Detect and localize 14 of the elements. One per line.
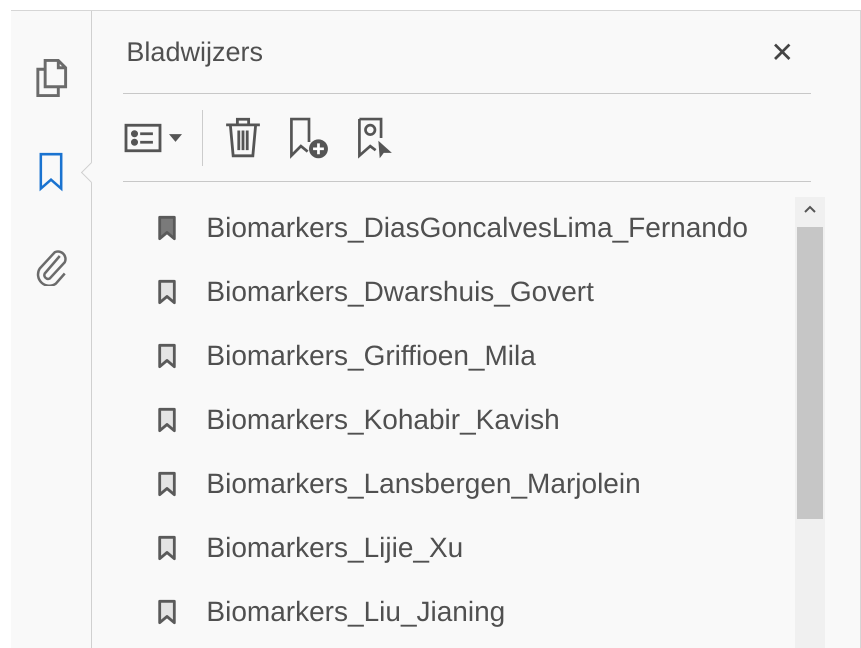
caret-icon bbox=[169, 134, 182, 142]
bookmark-item[interactable]: Biomarkers_Dwarshuis_Govert bbox=[158, 260, 796, 324]
bookmark-item[interactable]: Biomarkers_DiasGoncalvesLima_Fernando bbox=[158, 196, 796, 260]
bookmark-item[interactable]: Biomarkers_Griffioen_Mila bbox=[158, 324, 796, 388]
scroll-up-icon bbox=[804, 205, 816, 213]
panel-title: Bladwijzers bbox=[125, 36, 263, 68]
bookmark-item[interactable]: Biomarkers_Lijie_Xu bbox=[158, 516, 796, 580]
bookmark-item[interactable]: Biomarkers_Liu_Jianing bbox=[158, 580, 796, 644]
scrollbar[interactable] bbox=[795, 197, 826, 648]
bookmark-item[interactable]: Biomarkers_Kohabir_Kavish bbox=[158, 388, 796, 452]
close-button[interactable]: ✕ bbox=[770, 36, 812, 68]
bookmark-item[interactable]: Biomarkers_Lansbergen_Marjolein bbox=[158, 452, 796, 516]
bookmark-icon bbox=[37, 151, 66, 193]
scroll-thumb[interactable] bbox=[797, 227, 824, 519]
